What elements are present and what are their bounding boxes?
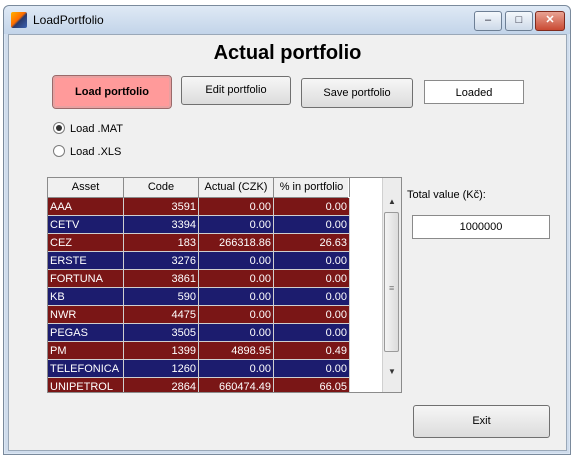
table-cell[interactable]: 0.00 [199,198,274,216]
table-cell[interactable]: 0.00 [274,270,350,288]
table-row[interactable]: PEGAS 3505 0.00 0.00 [48,324,350,342]
table-cell[interactable]: 1260 [124,360,199,378]
save-portfolio-button[interactable]: Save portfolio [301,78,413,108]
table-cell[interactable]: 590 [124,288,199,306]
table-cell[interactable]: 3394 [124,216,199,234]
table-cell[interactable]: 0.00 [274,198,350,216]
page-title: Actual portfolio [213,42,362,64]
radio-unselected-icon [53,145,65,157]
maximize-icon: □ [515,14,523,26]
close-icon: ✕ [545,14,555,26]
table-row[interactable]: FORTUNA 3861 0.00 0.00 [48,270,350,288]
total-value-field[interactable]: 1000000 [412,215,550,239]
table-cell[interactable]: 3276 [124,252,199,270]
app-window: LoadPortfolio – □ ✕ Actual portfolio Loa… [3,5,571,455]
table-cell[interactable]: TELEFONICA [48,360,124,378]
table-cell[interactable]: 66.05 [274,378,350,392]
scroll-up-icon[interactable]: ▲ [383,194,401,210]
table-row[interactable]: CEZ 183 266318.86 26.63 [48,234,350,252]
vertical-scrollbar[interactable]: ▲ ≡ ▼ [382,178,401,392]
table-cell[interactable]: 266318.86 [199,234,274,252]
radio-load-xls[interactable]: Load .XLS [53,145,121,158]
client-area: Actual portfolio Load portfolio Edit por… [8,34,567,451]
grip-icon: ≡ [389,283,395,293]
minimize-icon: – [484,14,492,26]
table-header: Asset Code Actual (CZK) % in portfolio [48,178,350,198]
table-cell[interactable]: 4475 [124,306,199,324]
table-row[interactable]: PM 1399 4898.95 0.49 [48,342,350,360]
table-cell[interactable]: 0.00 [199,324,274,342]
table-cell[interactable]: UNIPETROL [48,378,124,392]
table-cell[interactable]: 0.00 [199,216,274,234]
table-cell[interactable]: 183 [124,234,199,252]
table-row[interactable]: TELEFONICA 1260 0.00 0.00 [48,360,350,378]
table-cell[interactable]: 0.00 [199,252,274,270]
table-cell[interactable]: 0.00 [274,252,350,270]
table-cell[interactable]: 0.00 [274,216,350,234]
matlab-icon [11,12,27,28]
column-header-code[interactable]: Code [124,178,199,197]
table-cell[interactable]: 1399 [124,342,199,360]
table-cell[interactable]: 0.00 [274,288,350,306]
table-cell[interactable]: 0.00 [274,360,350,378]
radio-load-mat[interactable]: Load .MAT [53,122,123,135]
radio-label: Load .MAT [70,123,123,135]
table-cell[interactable]: 26.63 [274,234,350,252]
portfolio-table[interactable]: Asset Code Actual (CZK) % in portfolio A… [47,177,402,393]
table-cell[interactable]: PEGAS [48,324,124,342]
table-cell[interactable]: PM [48,342,124,360]
maximize-button[interactable]: □ [505,11,533,31]
column-header-actual[interactable]: Actual (CZK) [199,178,274,197]
table-cell[interactable]: 660474.49 [199,378,274,392]
table-cell[interactable]: FORTUNA [48,270,124,288]
table-row[interactable]: ERSTE 3276 0.00 0.00 [48,252,350,270]
radio-label: Load .XLS [70,146,122,158]
edit-portfolio-button[interactable]: Edit portfolio [181,76,291,105]
radio-selected-icon [53,122,65,134]
table-row[interactable]: KB 590 0.00 0.00 [48,288,350,306]
table-cell[interactable]: 0.49 [274,342,350,360]
table-cell[interactable]: AAA [48,198,124,216]
table-cell[interactable]: 3861 [124,270,199,288]
window-title: LoadPortfolio [33,13,104,27]
table-row[interactable]: CETV 3394 0.00 0.00 [48,216,350,234]
column-header-asset[interactable]: Asset [48,178,124,197]
table-cell[interactable]: 0.00 [274,306,350,324]
load-portfolio-button[interactable]: Load portfolio [52,75,172,109]
table-row[interactable]: NWR 4475 0.00 0.00 [48,306,350,324]
table-cell[interactable]: ERSTE [48,252,124,270]
table-row[interactable]: UNIPETROL 2864 660474.49 66.05 [48,378,350,392]
table-cell[interactable]: 0.00 [274,324,350,342]
column-header-percent[interactable]: % in portfolio [274,178,350,197]
table-row[interactable]: AAA 3591 0.00 0.00 [48,198,350,216]
table-cell[interactable]: 0.00 [199,270,274,288]
scroll-thumb[interactable]: ≡ [384,212,399,352]
scroll-down-icon[interactable]: ▼ [383,364,401,380]
table-cell[interactable]: 3505 [124,324,199,342]
exit-button[interactable]: Exit [413,405,550,438]
table-cell[interactable]: CETV [48,216,124,234]
table-cell[interactable]: 4898.95 [199,342,274,360]
table-cell[interactable]: 0.00 [199,306,274,324]
table-cell[interactable]: CEZ [48,234,124,252]
table-cell[interactable]: NWR [48,306,124,324]
minimize-button[interactable]: – [474,11,502,31]
table-cell[interactable]: KB [48,288,124,306]
status-field[interactable]: Loaded [424,80,524,104]
table-cell[interactable]: 0.00 [199,360,274,378]
table-cell[interactable]: 2864 [124,378,199,392]
table-cell[interactable]: 0.00 [199,288,274,306]
title-bar[interactable]: LoadPortfolio – □ ✕ [4,6,570,34]
total-value-label: Total value (Kč): [407,189,486,201]
table-cell[interactable]: 3591 [124,198,199,216]
close-button[interactable]: ✕ [535,11,565,31]
